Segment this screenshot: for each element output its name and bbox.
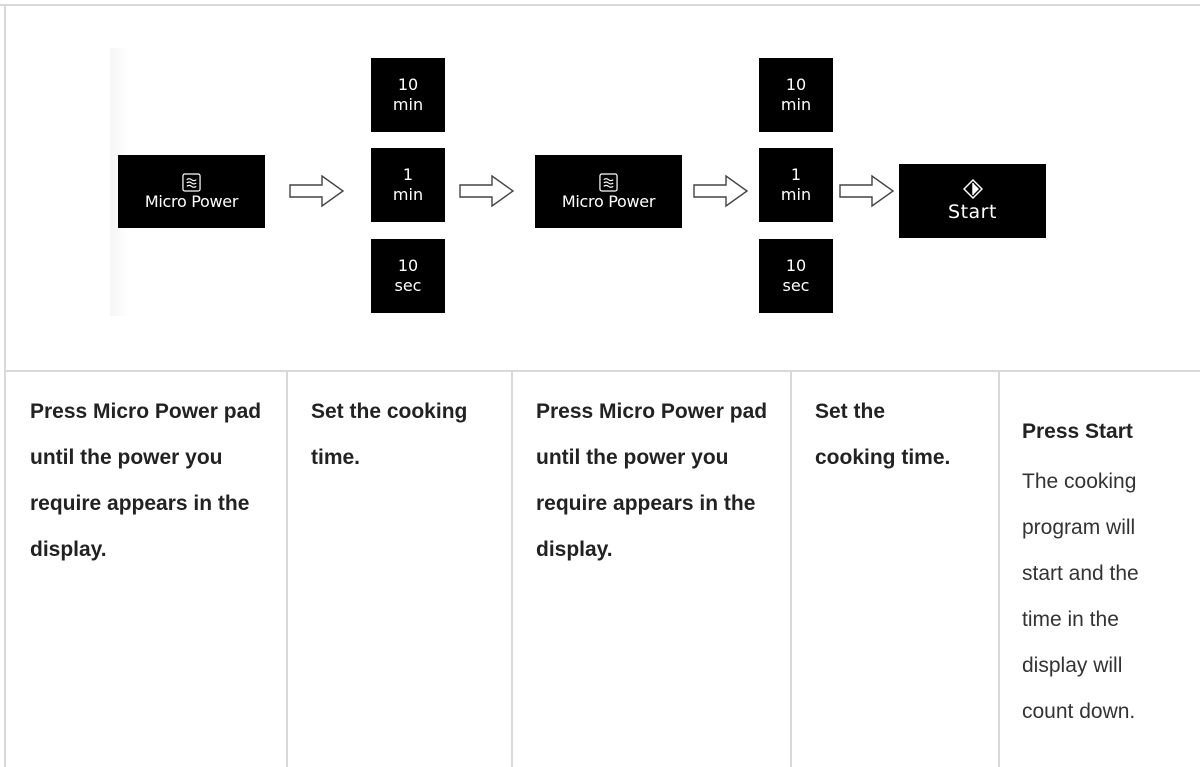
col-divider-4 (998, 370, 1000, 767)
right-outline-arrow-icon (289, 174, 345, 208)
step-2-heading: Set the cooking time. (311, 400, 468, 469)
step-5-text: Press Start The cooking program will sta… (1022, 409, 1194, 735)
microwave-wave-icon (599, 172, 618, 192)
step-4-heading: Set the cooking time. (815, 400, 951, 469)
one-min-pad-2: 1 min (759, 148, 833, 222)
step-5-body: The cooking program will start and the t… (1022, 470, 1139, 723)
pad-unit: min (780, 185, 812, 204)
right-outline-arrow-icon (693, 174, 749, 208)
start-label: Start (948, 201, 997, 223)
micro-power-pad-1: Micro Power (118, 155, 265, 228)
right-outline-arrow-icon (459, 174, 515, 208)
row-divider (4, 370, 1200, 372)
ten-min-pad-2: 10 min (759, 58, 833, 132)
step-3-text: Press Micro Power pad until the power yo… (536, 389, 776, 573)
pad-number: 10 (397, 256, 419, 275)
pad-number: 10 (785, 75, 807, 94)
start-pad: Start (899, 164, 1046, 238)
step-5-heading: Press Start (1022, 420, 1133, 443)
pad-unit: min (780, 95, 812, 114)
step-2-text: Set the cooking time. (311, 389, 501, 481)
pad-unit: sec (782, 276, 810, 295)
pad-unit: sec (394, 276, 422, 295)
right-outline-arrow-icon (839, 174, 895, 208)
step-1-heading: Press Micro Power pad until the power yo… (30, 400, 262, 561)
micro-power-label: Micro Power (144, 191, 239, 211)
table-top-border (0, 4, 1200, 6)
instruction-table: Micro Power 10 min 1 min 10 sec Micro Po… (0, 0, 1200, 767)
col-divider-3 (790, 370, 792, 767)
col-divider-2 (511, 370, 513, 767)
start-diamond-icon (962, 179, 983, 199)
pad-unit: min (392, 185, 424, 204)
ten-sec-pad-2: 10 sec (759, 239, 833, 313)
pad-number: 1 (790, 165, 802, 184)
pad-number: 10 (785, 256, 807, 275)
one-min-pad-1: 1 min (371, 148, 445, 222)
ten-min-pad-1: 10 min (371, 58, 445, 132)
pad-number: 10 (397, 75, 419, 94)
microwave-wave-icon (182, 172, 201, 192)
step-3-heading: Press Micro Power pad until the power yo… (536, 400, 768, 561)
step-4-text: Set the cooking time. (815, 389, 965, 481)
pad-unit: min (392, 95, 424, 114)
ten-sec-pad-1: 10 sec (371, 239, 445, 313)
col-divider-1 (286, 370, 288, 767)
pad-number: 1 (402, 165, 414, 184)
micro-power-label: Micro Power (561, 191, 656, 211)
step-1-text: Press Micro Power pad until the power yo… (30, 389, 270, 573)
table-left-border (4, 4, 6, 767)
micro-power-pad-2: Micro Power (535, 155, 682, 228)
